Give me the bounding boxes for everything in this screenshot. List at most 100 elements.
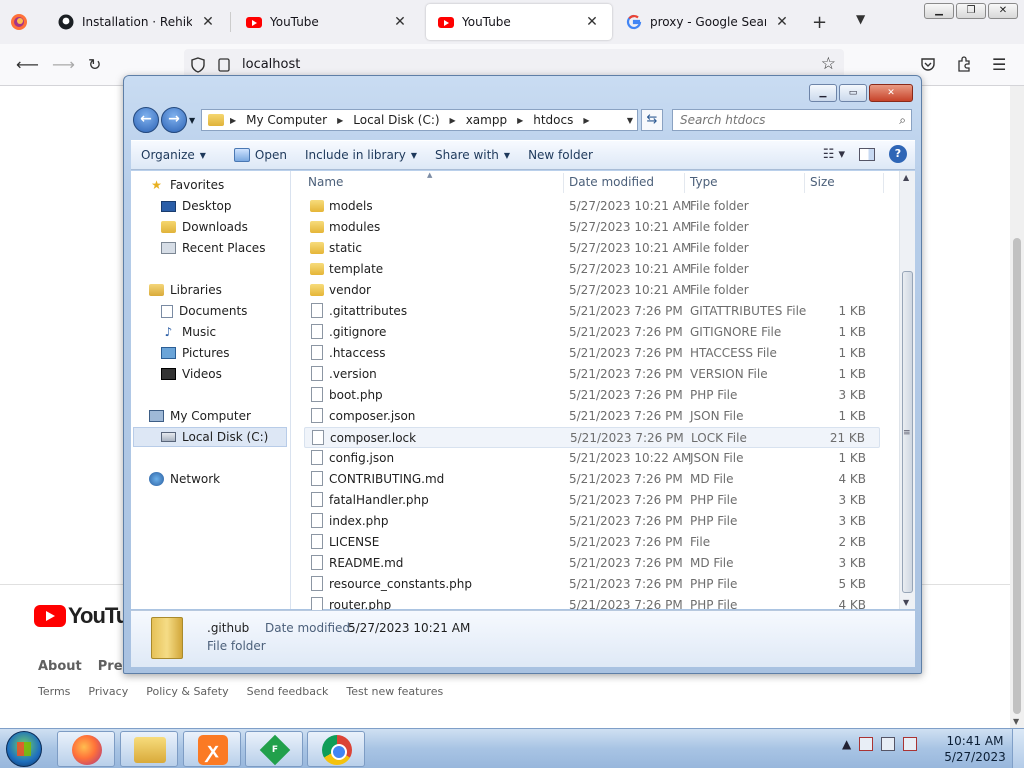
restore-icon[interactable]: ❐ — [956, 3, 986, 19]
clock[interactable]: 10:41 AM 5/27/2023 — [940, 733, 1010, 765]
file-row[interactable]: boot.php 5/21/2023 7:26 PM PHP File 3 KB — [304, 385, 880, 406]
nav-local-disk[interactable]: Local Disk (C:) — [133, 427, 287, 447]
taskbar-filezilla[interactable]: F — [245, 731, 303, 767]
action-center-flag-icon[interactable] — [859, 737, 874, 751]
scroll-down-arrow-icon[interactable]: ▼ — [903, 598, 909, 607]
nav-desktop[interactable]: Desktop — [161, 196, 232, 216]
breadcrumb-arrow-icon[interactable]: ▶ — [337, 116, 343, 125]
pocket-icon[interactable] — [920, 56, 936, 72]
nav-videos[interactable]: Videos — [161, 364, 222, 384]
back-arrow-icon[interactable]: ⟵ — [16, 55, 39, 74]
close-tab-icon[interactable]: ✕ — [392, 14, 408, 30]
footer-link-privacy[interactable]: Privacy — [88, 685, 128, 698]
preview-pane-icon[interactable] — [859, 147, 875, 161]
file-row[interactable]: index.php 5/21/2023 7:26 PM PHP File 3 KB — [304, 511, 880, 532]
search-input[interactable] — [673, 110, 883, 130]
tracking-shield-icon[interactable] — [190, 57, 206, 73]
include-in-library-button[interactable]: Include in library ▼ — [295, 140, 425, 170]
nav-pictures[interactable]: Pictures — [161, 343, 230, 363]
minimize-icon[interactable]: ▁ — [924, 3, 954, 19]
nav-network[interactable]: Network — [149, 469, 220, 489]
breadcrumb-htdocs[interactable]: htdocs ▶ — [533, 113, 589, 127]
taskbar-firefox[interactable] — [57, 731, 115, 767]
change-view-icon[interactable]: ☷ ▾ — [823, 147, 845, 162]
new-tab-icon[interactable]: + — [812, 12, 827, 33]
file-row[interactable]: LICENSE 5/21/2023 7:26 PM File 2 KB — [304, 532, 880, 553]
scroll-down-arrow-icon[interactable]: ▼ — [1013, 717, 1019, 726]
footer-link-terms[interactable]: Terms — [38, 685, 70, 698]
column-divider[interactable] — [563, 173, 564, 193]
close-tab-icon[interactable]: ✕ — [200, 14, 216, 30]
file-row[interactable]: .version 5/21/2023 7:26 PM VERSION File 1 K… — [304, 364, 880, 385]
close-window-icon[interactable]: ✕ — [988, 3, 1018, 19]
file-row[interactable]: CONTRIBUTING.md 5/21/2023 7:26 PM MD File 4… — [304, 469, 880, 490]
tab-youtube-active[interactable]: YouTube ✕ — [426, 4, 612, 40]
address-dropdown-icon[interactable]: ▼ — [627, 116, 633, 125]
recent-pages-dropdown-icon[interactable]: ▼ — [189, 116, 195, 125]
folder-row[interactable]: modules 5/27/2023 10:21 AM File folder — [304, 217, 880, 238]
folder-row[interactable]: models 5/27/2023 10:21 AM File folder — [304, 196, 880, 217]
file-row[interactable]: config.json 5/21/2023 10:22 AM JSON File 1 … — [304, 448, 880, 469]
menu-hamburger-icon[interactable]: ☰ — [992, 55, 1006, 74]
maximize-icon[interactable]: ▭ — [839, 84, 867, 102]
show-hidden-icons-icon[interactable]: ▲ — [842, 737, 851, 751]
firefox-icon[interactable] — [10, 13, 28, 31]
close-tab-icon[interactable]: ✕ — [584, 14, 600, 30]
column-divider[interactable] — [684, 173, 685, 193]
breadcrumb-arrow-icon[interactable]: ▶ — [583, 116, 589, 125]
extensions-icon[interactable] — [956, 56, 972, 72]
taskbar-chrome[interactable] — [307, 731, 365, 767]
search-box[interactable]: ⌕ — [672, 109, 912, 131]
page-info-icon[interactable] — [218, 58, 230, 72]
refresh-icon[interactable]: ⇆ — [641, 109, 663, 131]
folder-row[interactable]: template 5/27/2023 10:21 AM File folder — [304, 259, 880, 280]
forward-arrow-icon[interactable]: ⟶ — [52, 55, 75, 74]
forward-arrow-icon[interactable]: → — [161, 107, 187, 133]
address-bar[interactable]: ▶ My Computer ▶ Local Disk (C:) ▶ xampp ▶ h… — [201, 109, 638, 131]
volume-muted-icon[interactable] — [903, 737, 918, 751]
tab-youtube-1[interactable]: YouTube ✕ — [234, 4, 420, 40]
taskbar-explorer[interactable] — [120, 731, 178, 767]
file-row[interactable]: composer.lock 5/21/2023 7:26 PM LOCK File 2… — [304, 427, 880, 448]
nav-recent-places[interactable]: Recent Places — [161, 238, 265, 258]
breadcrumb-arrow-icon[interactable]: ▶ — [450, 116, 456, 125]
column-divider[interactable] — [804, 173, 805, 193]
bookmark-star-icon[interactable]: ☆ — [821, 54, 836, 74]
file-row[interactable]: README.md 5/21/2023 7:26 PM MD File 3 KB — [304, 553, 880, 574]
nav-music[interactable]: ♪ Music — [161, 322, 217, 342]
new-folder-button[interactable]: New folder — [518, 140, 601, 170]
column-name[interactable]: Name — [308, 175, 343, 189]
close-window-icon[interactable]: ✕ — [869, 84, 913, 102]
breadcrumb-local-disk[interactable]: Local Disk (C:) ▶ — [353, 113, 455, 127]
nav-my-computer[interactable]: My Computer — [149, 406, 251, 426]
file-row[interactable]: .gitignore 5/21/2023 7:26 PM GITIGNORE Fil… — [304, 322, 880, 343]
show-desktop-button[interactable] — [1012, 729, 1024, 768]
breadcrumb-arrow-icon[interactable]: ▶ — [517, 116, 523, 125]
file-row[interactable]: resource_constants.php 5/21/2023 7:26 PM P… — [304, 574, 880, 595]
file-row[interactable]: composer.json 5/21/2023 7:26 PM JSON File 1… — [304, 406, 880, 427]
reload-icon[interactable]: ↻ — [88, 55, 101, 74]
footer-link-feedback[interactable]: Send feedback — [247, 685, 329, 698]
file-list-scrollbar[interactable]: ▲ ≡ ▼ — [899, 171, 915, 609]
share-with-button[interactable]: Share with ▼ — [425, 140, 518, 170]
page-scrollbar-thumb[interactable] — [1013, 238, 1021, 714]
scroll-up-arrow-icon[interactable]: ▲ — [903, 173, 909, 182]
minimize-icon[interactable]: ▁ — [809, 84, 837, 102]
folder-row[interactable]: static 5/27/2023 10:21 AM File folder — [304, 238, 880, 259]
file-row[interactable]: .htaccess 5/21/2023 7:26 PM HTACCESS File 1… — [304, 343, 880, 364]
network-tray-icon[interactable] — [881, 737, 896, 751]
folder-row[interactable]: vendor 5/27/2023 10:21 AM File folder — [304, 280, 880, 301]
column-divider[interactable] — [883, 173, 884, 193]
file-row[interactable]: .gitattributes 5/21/2023 7:26 PM GITATTRIB… — [304, 301, 880, 322]
column-date-modified[interactable]: Date modified — [569, 175, 654, 189]
open-button[interactable]: Open — [224, 140, 295, 170]
column-size[interactable]: Size — [810, 175, 835, 189]
nav-favorites[interactable]: ★ Favorites — [149, 175, 224, 195]
start-button[interactable] — [6, 731, 42, 767]
tab-google-search[interactable]: proxy - Google Search ✕ — [614, 4, 802, 40]
back-arrow-icon[interactable]: ← — [133, 107, 159, 133]
nav-downloads[interactable]: Downloads — [161, 217, 248, 237]
footer-link-test-features[interactable]: Test new features — [346, 685, 443, 698]
help-icon[interactable]: ? — [889, 145, 907, 163]
breadcrumb-xampp[interactable]: xampp ▶ — [466, 113, 524, 127]
